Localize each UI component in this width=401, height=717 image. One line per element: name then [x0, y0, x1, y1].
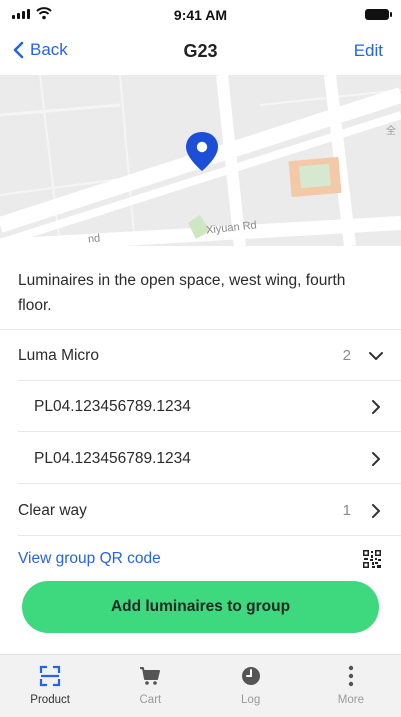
navigation-bar: Back G23 Edit — [0, 30, 401, 75]
group-row-label: Luma Micro — [18, 346, 99, 364]
group-description: Luminaires in the open space, west wing,… — [0, 246, 401, 330]
group-row-clear-way[interactable]: Clear way 1 — [0, 485, 401, 536]
group-row-count: 1 — [342, 502, 351, 519]
luminaire-id: PL04.123456789.1234 — [34, 397, 191, 415]
map-street-label-partial: nd — [87, 232, 101, 246]
status-bar: 9:41 AM — [0, 0, 401, 30]
clock-icon — [241, 664, 261, 688]
cart-icon — [139, 664, 161, 688]
map-poi-glyph: 全 — [386, 126, 396, 137]
add-luminaires-button[interactable]: Add luminaires to group — [22, 581, 379, 633]
page-title: G23 — [183, 41, 218, 61]
tab-cart[interactable]: Cart — [100, 655, 200, 717]
list-item[interactable]: PL04.123456789.1234 — [0, 381, 401, 432]
battery-icon — [365, 9, 392, 20]
group-location-map[interactable]: Xiyuan Rd nd 全 — [0, 75, 401, 246]
group-row-count: 2 — [342, 347, 351, 364]
tab-label: Cart — [139, 694, 162, 706]
group-row-label: Clear way — [18, 501, 87, 519]
tab-bar: Product Cart Log More — [0, 654, 401, 717]
view-qr-code-link[interactable]: View group QR code — [0, 537, 401, 581]
group-row-luma-micro[interactable]: Luma Micro 2 — [0, 330, 401, 381]
list-item[interactable]: PL04.123456789.1234 — [0, 433, 401, 484]
tab-label: More — [337, 694, 364, 706]
chevron-right-icon — [365, 396, 387, 418]
tab-label: Log — [241, 694, 261, 706]
chevron-right-icon — [365, 448, 387, 470]
edit-button[interactable]: Edit — [354, 41, 383, 61]
tab-product[interactable]: Product — [0, 655, 100, 717]
luminaire-id: PL04.123456789.1234 — [34, 449, 191, 467]
status-time: 9:41 AM — [173, 7, 228, 23]
scan-icon — [39, 664, 61, 688]
chevron-down-icon — [365, 345, 387, 367]
tab-more[interactable]: More — [301, 655, 401, 717]
qr-code-icon — [361, 548, 383, 570]
chevron-right-icon — [365, 500, 387, 522]
tab-label: Product — [30, 694, 70, 706]
tab-log[interactable]: Log — [201, 655, 301, 717]
qr-link-label: View group QR code — [18, 550, 161, 567]
more-icon — [348, 664, 354, 688]
